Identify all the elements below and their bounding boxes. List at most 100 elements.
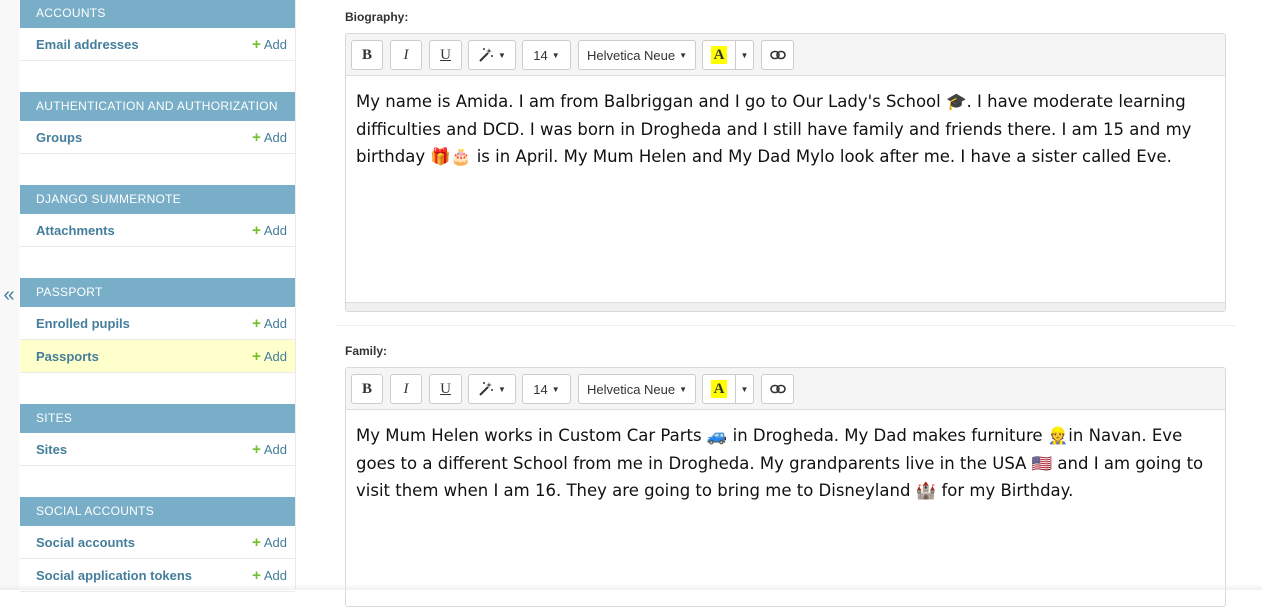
sidebar-item-email-addresses: Email addresses + Add xyxy=(20,28,295,61)
plus-icon: + xyxy=(252,314,261,332)
collapse-sidebar-button[interactable]: « xyxy=(1,282,17,308)
bottom-fade xyxy=(0,584,1262,590)
underline-button[interactable]: U xyxy=(429,374,462,404)
add-label: Add xyxy=(263,129,287,145)
chevron-down-icon: ▼ xyxy=(551,50,560,60)
font-name-dropdown[interactable]: Helvetica Neue ▼ xyxy=(578,374,696,404)
chevron-down-icon: ▼ xyxy=(740,384,749,394)
module-header: SOCIAL ACCOUNTS xyxy=(20,497,295,526)
sidebar-item-groups: Groups + Add xyxy=(20,121,295,154)
module-header: ACCOUNTS xyxy=(20,0,295,28)
module-sites: SITES Sites + Add xyxy=(20,404,295,466)
bold-button[interactable]: B xyxy=(351,40,383,70)
editor-content-area[interactable]: My Mum Helen works in Custom Car Parts 🚙… xyxy=(346,410,1225,517)
link-button[interactable] xyxy=(761,40,794,70)
model-link[interactable]: Sites xyxy=(36,442,67,457)
add-link[interactable]: + Add xyxy=(252,442,287,457)
add-link[interactable]: + Add xyxy=(252,223,287,238)
plus-icon: + xyxy=(252,347,261,365)
module-header: PASSPORT xyxy=(20,278,295,307)
font-name-value: Helvetica Neue xyxy=(586,47,676,63)
editor-content-area[interactable]: My name is Amida. I am from Balbriggan a… xyxy=(346,76,1225,183)
editor-resize-bar[interactable] xyxy=(346,302,1225,311)
style-dropdown-button[interactable]: ▼ xyxy=(468,40,516,70)
module-auth: AUTHENTICATION AND AUTHORIZATION Groups … xyxy=(20,92,295,154)
add-label: Add xyxy=(263,36,287,52)
module-header: DJANGO SUMMERNOTE xyxy=(20,185,295,214)
font-name-dropdown[interactable]: Helvetica Neue ▼ xyxy=(578,40,696,70)
text-color-icon: A xyxy=(710,380,728,398)
add-label: Add xyxy=(263,534,287,550)
module-header: SITES xyxy=(20,404,295,433)
add-label: Add xyxy=(263,441,287,457)
module-social-accounts: SOCIAL ACCOUNTS Social accounts + Add Soc… xyxy=(20,497,295,592)
add-link[interactable]: + Add xyxy=(252,349,287,364)
text-color-button[interactable]: A xyxy=(702,40,736,70)
underline-button[interactable]: U xyxy=(429,40,462,70)
plus-icon: + xyxy=(252,221,261,239)
chevron-down-icon: ▼ xyxy=(551,384,560,394)
model-link[interactable]: Passports xyxy=(36,349,99,364)
rich-text-editor: B I U ▼ 14 ▼ Helvetica Neue ▼ A ▼ xyxy=(345,367,1226,607)
plus-icon: + xyxy=(252,533,261,551)
italic-button[interactable]: I xyxy=(390,40,422,70)
sidebar-item-enrolled-pupils: Enrolled pupils + Add xyxy=(20,307,295,340)
plus-icon: + xyxy=(252,440,261,458)
field-label: Family: xyxy=(345,344,388,358)
add-link[interactable]: + Add xyxy=(252,130,287,145)
editor-toolbar: B I U ▼ 14 ▼ Helvetica Neue ▼ A ▼ xyxy=(346,368,1225,410)
font-name-value: Helvetica Neue xyxy=(586,381,676,397)
chevron-down-icon: ▼ xyxy=(679,50,688,60)
plus-icon: + xyxy=(252,566,261,584)
module-accounts: ACCOUNTS Email addresses + Add xyxy=(20,0,295,61)
chevron-down-icon: ▼ xyxy=(740,50,749,60)
add-label: Add xyxy=(263,222,287,238)
sidebar-item-sites: Sites + Add xyxy=(20,433,295,466)
rich-text-editor: B I U ▼ 14 ▼ Helvetica Neue ▼ A ▼ xyxy=(345,33,1226,312)
chevron-down-icon: ▼ xyxy=(498,384,506,394)
editor-toolbar: B I U ▼ 14 ▼ Helvetica Neue ▼ A ▼ xyxy=(346,34,1225,76)
field-family: Family: B I U ▼ 14 ▼ Helvetica Neue ▼ A … xyxy=(335,326,1236,607)
magic-wand-icon xyxy=(479,48,494,62)
add-link[interactable]: + Add xyxy=(252,535,287,550)
add-label: Add xyxy=(263,348,287,364)
font-size-value: 14 xyxy=(533,47,548,63)
sidebar-item-attachments: Attachments + Add xyxy=(20,214,295,247)
sidebar-item-social-accounts: Social accounts + Add xyxy=(20,526,295,559)
add-label: Add xyxy=(263,567,287,583)
model-link[interactable]: Enrolled pupils xyxy=(36,316,130,331)
text-color-button[interactable]: A xyxy=(702,374,736,404)
link-icon xyxy=(769,384,786,394)
module-passport: PASSPORT Enrolled pupils + Add Passports … xyxy=(20,278,295,373)
add-link[interactable]: + Add xyxy=(252,37,287,52)
model-link[interactable]: Groups xyxy=(36,130,82,145)
model-link[interactable]: Attachments xyxy=(36,223,115,238)
add-link[interactable]: + Add xyxy=(252,568,287,583)
nav-sidebar: « ACCOUNTS Email addresses + Add AUTHENTI… xyxy=(0,0,310,592)
bold-button[interactable]: B xyxy=(351,374,383,404)
italic-button[interactable]: I xyxy=(390,374,422,404)
link-button[interactable] xyxy=(761,374,794,404)
add-link[interactable]: + Add xyxy=(252,316,287,331)
chevron-down-icon: ▼ xyxy=(498,50,506,60)
magic-wand-icon xyxy=(479,382,494,396)
chevron-down-icon: ▼ xyxy=(679,384,688,394)
font-size-dropdown[interactable]: 14 ▼ xyxy=(522,374,571,404)
plus-icon: + xyxy=(252,35,261,53)
font-size-dropdown[interactable]: 14 ▼ xyxy=(522,40,571,70)
text-color-icon: A xyxy=(710,46,728,64)
model-link[interactable]: Social application tokens xyxy=(36,568,192,583)
link-icon xyxy=(769,50,786,60)
plus-icon: + xyxy=(252,128,261,146)
field-biography: Biography: B I U ▼ 14 ▼ Helvetica Neue ▼… xyxy=(335,0,1236,325)
module-django-summernote: DJANGO SUMMERNOTE Attachments + Add xyxy=(20,185,295,247)
sidebar-divider xyxy=(295,0,296,590)
sidebar-item-passports: Passports + Add xyxy=(20,340,295,373)
model-link[interactable]: Social accounts xyxy=(36,535,135,550)
color-dropdown-button[interactable]: ▼ xyxy=(735,40,754,70)
font-size-value: 14 xyxy=(533,381,548,397)
model-link[interactable]: Email addresses xyxy=(36,37,139,52)
color-dropdown-button[interactable]: ▼ xyxy=(735,374,754,404)
add-label: Add xyxy=(263,315,287,331)
style-dropdown-button[interactable]: ▼ xyxy=(468,374,516,404)
